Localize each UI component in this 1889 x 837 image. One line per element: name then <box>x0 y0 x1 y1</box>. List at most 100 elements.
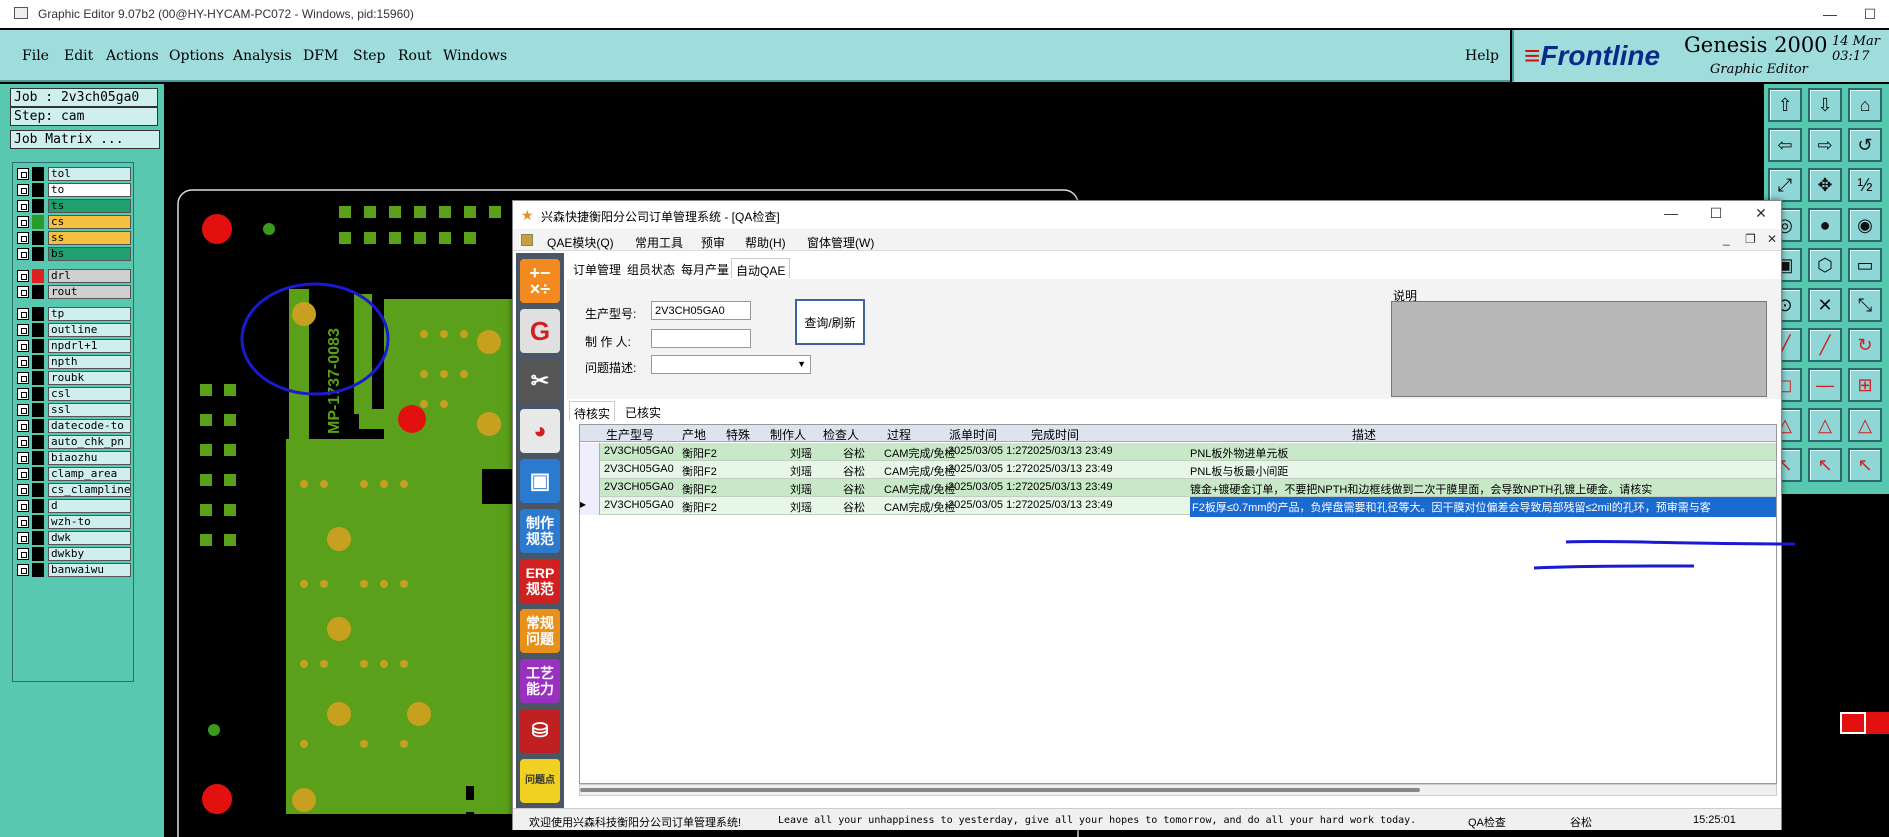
toolbar-tool-icon[interactable]: ⇦ <box>1768 128 1802 162</box>
layer-checkbox[interactable] <box>17 484 29 496</box>
layer-row[interactable]: d <box>15 499 133 513</box>
layer-color-swatch[interactable] <box>32 403 44 417</box>
erp-spec-button[interactable]: ERP 规范 <box>520 559 560 603</box>
issue-select[interactable]: ▼ <box>651 355 811 374</box>
tab-verified[interactable]: 已核实 <box>621 401 665 421</box>
toolbar-tool-icon[interactable]: ╱ <box>1808 328 1842 362</box>
col-description[interactable]: 描述 <box>1352 426 1376 443</box>
layer-color-swatch[interactable] <box>32 419 44 433</box>
layer-name[interactable]: datecode-to <box>48 419 131 433</box>
menu-actions[interactable]: Actions <box>106 48 159 64</box>
layer-name[interactable]: dwk <box>48 531 131 545</box>
layer-row[interactable]: outline <box>15 323 133 337</box>
layer-row[interactable]: clamp_area <box>15 467 133 481</box>
cell-origin[interactable]: 衡阳F2 <box>682 481 717 497</box>
layer-row[interactable]: datecode-to <box>15 419 133 433</box>
layer-checkbox[interactable] <box>17 452 29 464</box>
layer-color-swatch[interactable] <box>32 247 44 261</box>
toolbar-tool-icon[interactable]: ⌂ <box>1848 88 1882 122</box>
cell-process[interactable]: CAM完成/免检 <box>884 445 956 461</box>
layer-row[interactable]: tol <box>15 167 133 181</box>
layer-name[interactable]: cs_clampline <box>48 483 131 497</box>
layer-row[interactable]: rout <box>15 285 133 299</box>
layer-checkbox[interactable] <box>17 436 29 448</box>
dialog-minimize-button[interactable]: — <box>1656 205 1686 221</box>
toolbar-tool-icon[interactable]: ⇧ <box>1768 88 1802 122</box>
layer-name[interactable]: roubk <box>48 371 131 385</box>
layer-checkbox[interactable] <box>17 216 29 228</box>
layer-row[interactable]: to <box>15 183 133 197</box>
make-spec-button[interactable]: 制作 规范 <box>520 509 560 553</box>
layer-row[interactable]: cs <box>15 215 133 229</box>
layer-row[interactable]: cs_clampline <box>15 483 133 497</box>
layer-name[interactable]: bs <box>48 247 131 261</box>
menu-help-cn[interactable]: 帮助(H) <box>745 234 786 251</box>
cell-complete-time[interactable]: 2025/03/13 23:49 <box>1027 481 1113 493</box>
layer-name[interactable]: tol <box>48 167 131 181</box>
layer-name[interactable]: auto_chk_pn <box>48 435 131 449</box>
toolbar-tool-icon[interactable]: ⤢ <box>1768 168 1802 202</box>
layer-row[interactable]: ssl <box>15 403 133 417</box>
cell-origin[interactable]: 衡阳F2 <box>682 445 717 461</box>
layer-row[interactable]: wzh-to <box>15 515 133 529</box>
tab-order-mgmt[interactable]: 订单管理 <box>569 258 625 278</box>
layer-color-swatch[interactable] <box>32 435 44 449</box>
layer-checkbox[interactable] <box>17 184 29 196</box>
layer-color-swatch[interactable] <box>32 199 44 213</box>
toolbar-tool-icon[interactable]: ✥ <box>1808 168 1842 202</box>
layer-checkbox[interactable] <box>17 404 29 416</box>
mdi-minimize-icon[interactable]: _ <box>1723 232 1730 246</box>
issue-point-button[interactable]: 问题点 <box>520 759 560 803</box>
layer-row[interactable]: drl <box>15 269 133 283</box>
layer-color-swatch[interactable] <box>32 483 44 497</box>
layer-name[interactable]: rout <box>48 285 131 299</box>
layer-checkbox[interactable] <box>17 564 29 576</box>
layer-name[interactable]: ssl <box>48 403 131 417</box>
menu-dfm[interactable]: DFM <box>303 48 338 64</box>
dialog-close-button[interactable]: ✕ <box>1746 205 1776 222</box>
layer-color-swatch[interactable] <box>32 499 44 513</box>
common-issue-button[interactable]: 常规 问题 <box>520 609 560 653</box>
layer-checkbox[interactable] <box>17 168 29 180</box>
job-matrix-button[interactable]: Job Matrix ... <box>10 130 160 149</box>
col-special[interactable]: 特殊 <box>726 426 750 443</box>
tab-member-status[interactable]: 组员状态 <box>623 258 679 278</box>
toolbar-tool-icon[interactable]: ● <box>1808 208 1842 242</box>
cell-checker[interactable]: 谷松 <box>843 445 865 461</box>
toolbar-tool-icon[interactable]: ▭ <box>1848 248 1882 282</box>
toolbar-tool-icon[interactable]: ◉ <box>1848 208 1882 242</box>
col-maker[interactable]: 制作人 <box>770 426 806 443</box>
layer-name[interactable]: biaozhu <box>48 451 131 465</box>
menu-pre-review[interactable]: 预审 <box>701 234 725 251</box>
toolbar-tool-icon[interactable]: △ <box>1848 408 1882 442</box>
layer-row[interactable]: roubk <box>15 371 133 385</box>
layer-name[interactable]: clamp_area <box>48 467 131 481</box>
cell-dispatch-time[interactable]: 2025/03/05 1:27 <box>948 463 1028 475</box>
layer-checkbox[interactable] <box>17 200 29 212</box>
col-complete-time[interactable]: 完成时间 <box>1031 426 1079 443</box>
layer-row[interactable]: biaozhu <box>15 451 133 465</box>
scroll-thumb[interactable] <box>580 788 1420 792</box>
cell-description[interactable]: 镀金+镀硬金订单，不要把NPTH和边框线做到二次干膜里面，会导致NPTH孔镀上硬… <box>1190 481 1652 497</box>
menu-analysis[interactable]: Analysis <box>233 48 292 64</box>
cell-dispatch-time[interactable]: 2025/03/05 1:27 <box>948 499 1028 511</box>
toolbar-tool-icon[interactable]: ↺ <box>1848 128 1882 162</box>
layer-row[interactable]: bs <box>15 247 133 261</box>
layer-name[interactable]: npth <box>48 355 131 369</box>
layer-color-swatch[interactable] <box>32 515 44 529</box>
cell-model[interactable]: 2V3CH05GA0 <box>604 481 674 493</box>
layer-row[interactable]: banwaiwu <box>15 563 133 577</box>
cell-origin[interactable]: 衡阳F2 <box>682 463 717 479</box>
table-row[interactable]: ▸ 2V3CH05GA0 衡阳F2 刘瑶 谷松 CAM完成/免检 2025/03/05 1:… <box>580 497 1776 517</box>
toolbar-tool-icon[interactable]: ⇩ <box>1808 88 1842 122</box>
layer-row[interactable]: ss <box>15 231 133 245</box>
layer-checkbox[interactable] <box>17 270 29 282</box>
table-row[interactable]: 2V3CH05GA0 衡阳F2 刘瑶 谷松 CAM完成/免检 2025/03/05 1:2… <box>580 461 1776 479</box>
layer-checkbox[interactable] <box>17 468 29 480</box>
tab-monthly-output[interactable]: 每月产量 <box>677 258 733 278</box>
layer-checkbox[interactable] <box>17 500 29 512</box>
layer-name[interactable]: drl <box>48 269 131 283</box>
layer-name[interactable]: outline <box>48 323 131 337</box>
layer-name[interactable]: csl <box>48 387 131 401</box>
menu-file[interactable]: File <box>22 48 49 64</box>
